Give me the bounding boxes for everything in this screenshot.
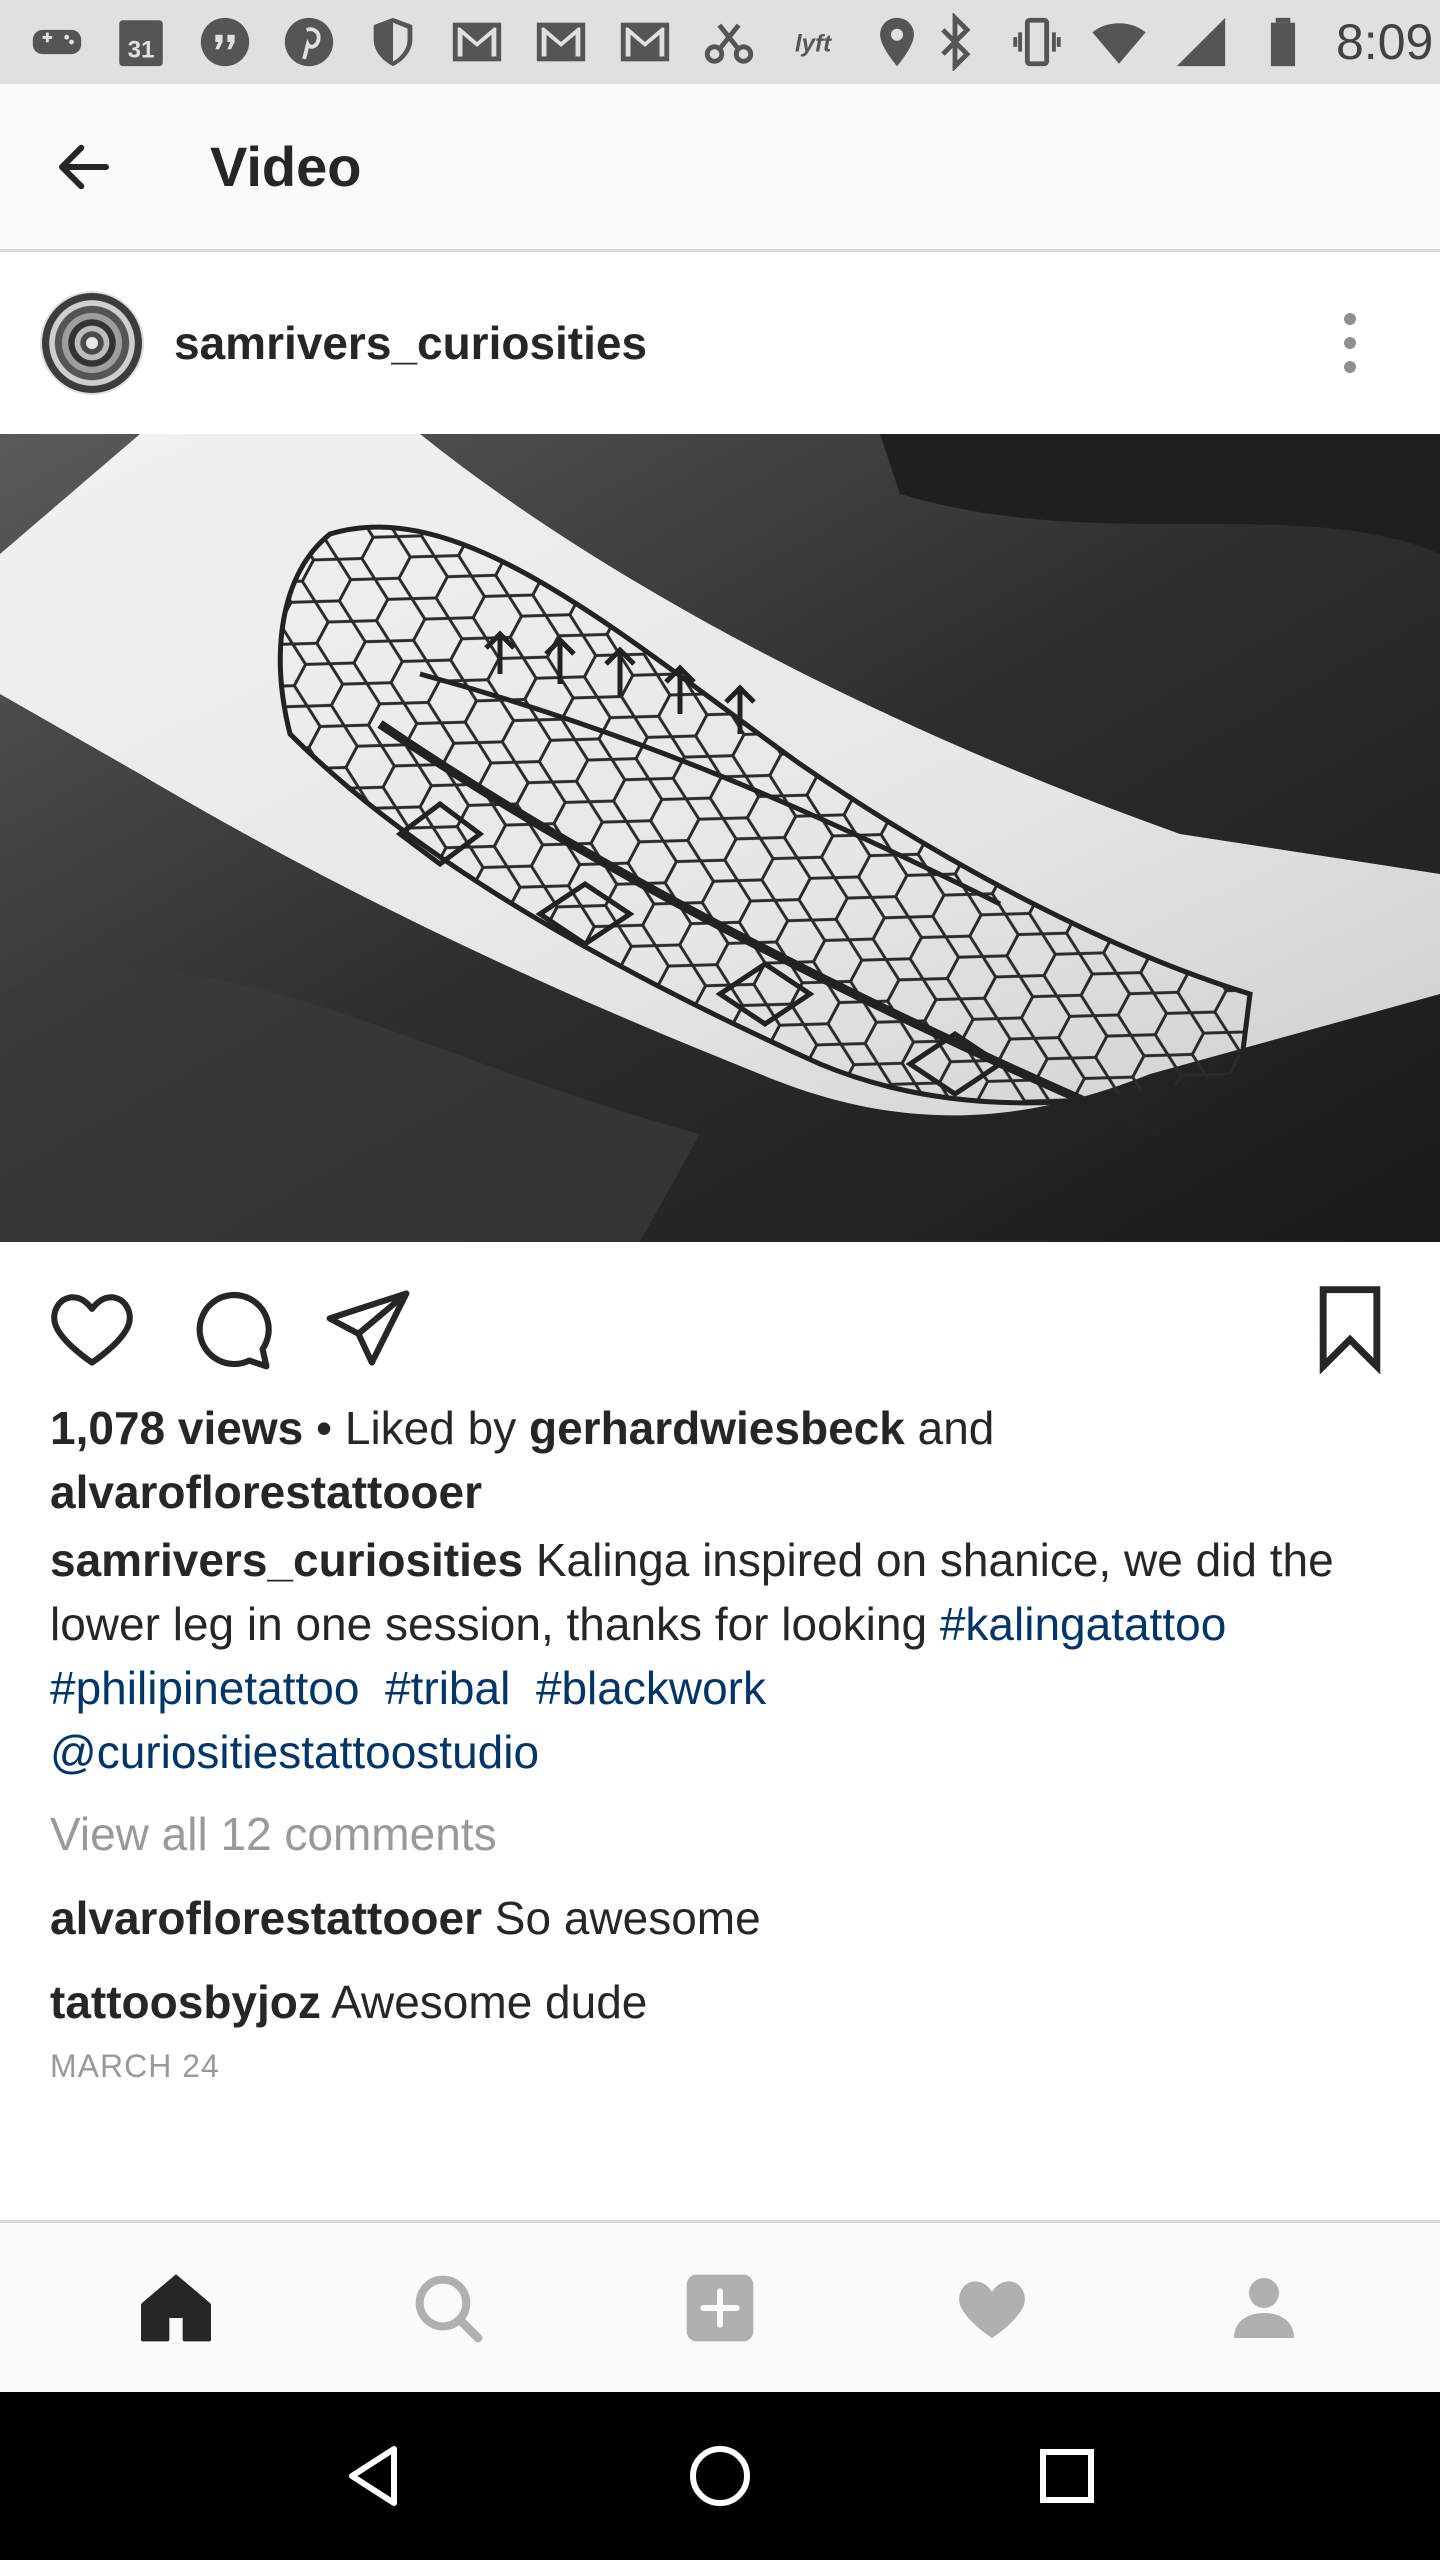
caption: samrivers_curiosities Kalinga inspired o… [50, 1528, 1400, 1784]
wifi-icon [1090, 13, 1148, 71]
hashtag-link[interactable]: #blackwork [536, 1662, 766, 1714]
heart-outline-icon [51, 1294, 133, 1366]
bookmark-icon [1319, 1286, 1381, 1374]
video-frame [0, 434, 1440, 1242]
more-options-button[interactable] [1300, 293, 1400, 393]
calendar-day: 31 [128, 37, 155, 64]
video-player[interactable] [0, 434, 1440, 1242]
avatar[interactable] [40, 291, 144, 395]
pinterest-icon [280, 13, 338, 71]
send-icon [326, 1290, 410, 1366]
comment-text: Awesome dude [320, 1976, 648, 2028]
view-all-comments-link[interactable]: View all 12 comments [50, 1802, 1400, 1866]
comment-item: alvaroflorestattooer So awesome [50, 1886, 1400, 1950]
nav-add[interactable] [640, 2238, 800, 2378]
profile-icon [1234, 2277, 1294, 2338]
hashtag-link[interactable]: #tribal [385, 1662, 510, 1714]
share-button[interactable] [318, 1278, 418, 1378]
liker-link[interactable]: gerhardwiesbeck [529, 1402, 905, 1454]
nav-search[interactable] [368, 2238, 528, 2378]
app-bar: Video [0, 84, 1440, 252]
gmail-icon [532, 13, 590, 71]
nav-activity[interactable] [912, 2238, 1072, 2378]
hashtag-link[interactable]: #kalingatattoo [940, 1598, 1226, 1650]
mention-link[interactable]: @curiositiestattoostudio [50, 1726, 539, 1778]
bluetooth-icon [926, 13, 984, 71]
gamepad-icon [28, 13, 86, 71]
more-vertical-icon [1344, 313, 1356, 325]
status-bar: 31 lyft 8:09 [0, 0, 1440, 84]
system-back-button[interactable] [303, 2406, 443, 2546]
back-triangle-icon [349, 2446, 398, 2506]
liked-by-and: and [904, 1402, 995, 1454]
lyft-icon: lyft [784, 13, 842, 71]
comment-button[interactable] [180, 1278, 280, 1378]
system-recents-button[interactable] [997, 2406, 1137, 2546]
post-actions [0, 1242, 1440, 1412]
post-details: 1,078 views • Liked by gerhardwiesbeck a… [50, 1396, 1400, 2085]
nav-home[interactable] [96, 2238, 256, 2378]
home-icon [141, 2274, 211, 2341]
gmail-icon [448, 13, 506, 71]
post-username[interactable]: samrivers_curiosities [174, 316, 647, 370]
save-button[interactable] [1300, 1278, 1400, 1378]
comment-username[interactable]: alvaroflorestattooer [50, 1892, 482, 1944]
location-icon [868, 13, 926, 71]
post-date: MARCH 24 [50, 2048, 220, 2084]
post-header: samrivers_curiosities [0, 252, 1440, 434]
activity-heart-icon [959, 2280, 1025, 2338]
quote-icon [196, 13, 254, 71]
clock: 8:09 [1336, 14, 1434, 70]
comment-text: So awesome [482, 1892, 761, 1944]
calendar-icon: 31 [112, 13, 170, 71]
search-icon [415, 2275, 483, 2342]
nav-profile[interactable] [1184, 2238, 1344, 2378]
home-circle-icon [689, 2446, 750, 2506]
system-indicators: 8:09 [926, 13, 1433, 71]
vibrate-icon [1008, 13, 1066, 71]
view-count[interactable]: 1,078 views [50, 1402, 303, 1454]
battery-icon [1254, 13, 1312, 71]
signal-icon [1172, 13, 1230, 71]
gmail-icon [616, 13, 674, 71]
notification-icons: 31 lyft [28, 13, 926, 71]
liked-by-prefix: • Liked by [303, 1402, 529, 1454]
recents-square-icon [1039, 2449, 1094, 2503]
comment-icon [196, 1292, 272, 1370]
system-home-button[interactable] [650, 2406, 790, 2546]
shield-icon [364, 13, 422, 71]
comment-username[interactable]: tattoosbyjoz [50, 1976, 321, 2028]
scissors-icon [700, 13, 758, 71]
like-button[interactable] [42, 1278, 142, 1378]
bottom-navigation [0, 2220, 1440, 2392]
svg-text:lyft: lyft [795, 31, 832, 58]
system-navigation-bar [0, 2392, 1440, 2560]
liker-link[interactable]: alvaroflorestattooer [50, 1466, 482, 1518]
arrow-left-icon [58, 144, 110, 189]
caption-username[interactable]: samrivers_curiosities [50, 1534, 523, 1586]
back-button[interactable] [0, 83, 168, 251]
comment-item: tattoosbyjoz Awesome dude [50, 1970, 1400, 2034]
likes-line: 1,078 views • Liked by gerhardwiesbeck a… [50, 1396, 1400, 1524]
hashtag-link[interactable]: #philipinetattoo [50, 1662, 359, 1714]
page-title: Video [210, 135, 362, 198]
add-icon [686, 2274, 754, 2341]
